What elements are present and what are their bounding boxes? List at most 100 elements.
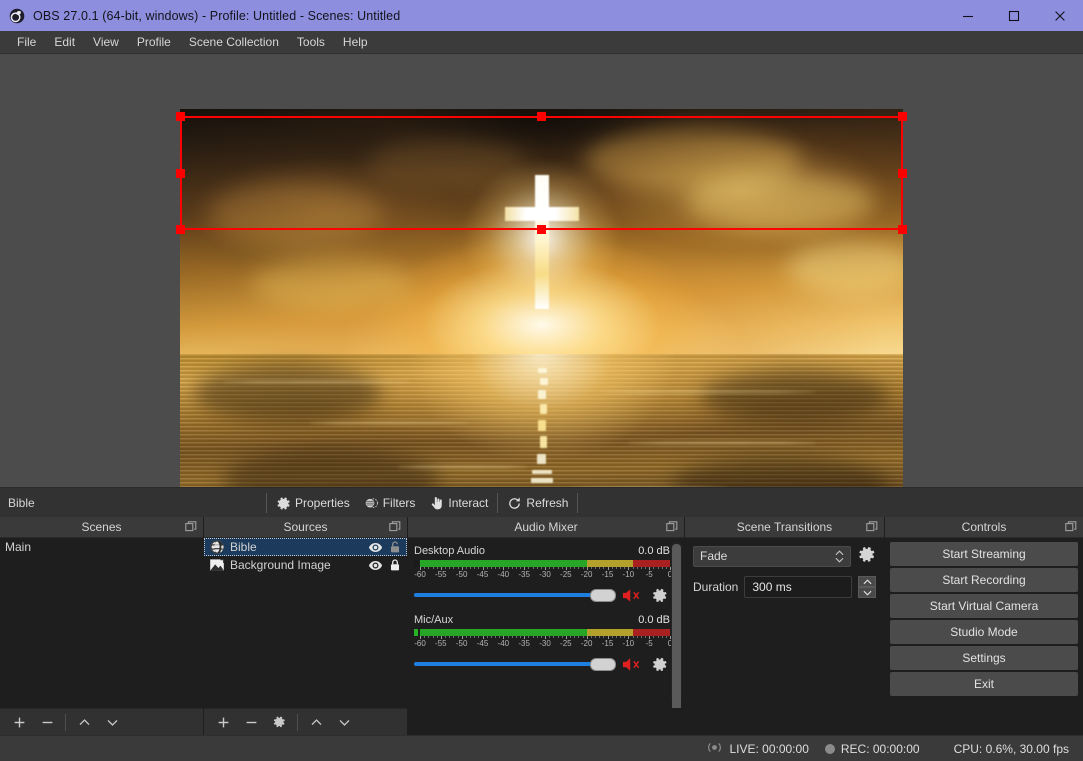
- source-lock-toggle[interactable]: [386, 539, 403, 555]
- menu-bar: File Edit View Profile Scene Collection …: [0, 31, 1083, 54]
- cross-reflection: [531, 366, 553, 487]
- controls-dock-title: Controls: [885, 517, 1083, 538]
- audio-settings-button[interactable]: [648, 655, 670, 673]
- float-audio-mixer-icon[interactable]: [666, 521, 678, 533]
- preview-canvas[interactable]: [180, 109, 903, 487]
- preview-area[interactable]: [0, 54, 1083, 487]
- maximize-button[interactable]: [991, 0, 1037, 31]
- mute-toggle[interactable]: [620, 586, 644, 604]
- menu-edit[interactable]: Edit: [45, 32, 84, 52]
- chevron-up-icon: [863, 579, 872, 585]
- start-virtual-camera-button[interactable]: Start Virtual Camera: [890, 594, 1078, 618]
- mute-toggle[interactable]: [620, 655, 644, 673]
- source-lock-toggle[interactable]: [386, 557, 403, 573]
- scale-tick-minor: [633, 636, 634, 638]
- menu-scene-collection[interactable]: Scene Collection: [180, 32, 288, 52]
- scale-tick-minor: [570, 567, 571, 569]
- source-visibility-toggle[interactable]: [367, 539, 384, 555]
- transition-settings-button[interactable]: [857, 545, 876, 567]
- transition-spinner-icon[interactable]: [835, 550, 844, 563]
- scale-tick-minor: [487, 636, 488, 638]
- scale-tick-minor: [558, 567, 559, 569]
- scale-tick-minor: [528, 636, 529, 638]
- move-scene-down-button[interactable]: [99, 711, 125, 733]
- level-scale: -60-55-50-45-40-35-30-25-20-15-10-50: [420, 636, 670, 649]
- audio-mixer-foot: [408, 708, 684, 735]
- menu-view[interactable]: View: [84, 32, 128, 52]
- scrollbar-thumb[interactable]: [672, 544, 681, 708]
- duration-input[interactable]: 300 ms: [744, 576, 852, 598]
- scene-item-main[interactable]: Main: [0, 538, 203, 556]
- duration-increment-button[interactable]: [858, 576, 876, 587]
- plus-icon: [216, 715, 231, 730]
- volume-slider[interactable]: [414, 657, 614, 671]
- menu-tools[interactable]: Tools: [288, 32, 334, 52]
- float-controls-icon[interactable]: [1065, 521, 1077, 533]
- float-transitions-icon[interactable]: [866, 521, 878, 533]
- move-source-down-button[interactable]: [331, 711, 357, 733]
- scale-tick-minor: [574, 636, 575, 638]
- duration-decrement-button[interactable]: [858, 587, 876, 598]
- exit-button[interactable]: Exit: [890, 672, 1078, 696]
- scale-tick-label: -40: [498, 639, 510, 648]
- source-item-bible[interactable]: Bible: [204, 538, 407, 556]
- level-meter: [414, 560, 670, 567]
- refresh-button[interactable]: Refresh: [500, 492, 575, 515]
- minimize-button[interactable]: [945, 0, 991, 31]
- level-activity-indicator: [414, 560, 418, 567]
- duration-stepper[interactable]: [858, 576, 876, 598]
- scale-tick-minor: [570, 636, 571, 638]
- scale-tick-label: -55: [435, 570, 447, 579]
- filters-button[interactable]: Filters: [357, 492, 423, 515]
- menu-help[interactable]: Help: [334, 32, 377, 52]
- source-visibility-toggle[interactable]: [367, 557, 384, 573]
- scale-tick-minor: [428, 567, 429, 569]
- scale-tick-minor: [562, 567, 563, 569]
- scale-tick-minor: [516, 636, 517, 638]
- add-source-button[interactable]: [210, 711, 236, 733]
- scale-tick-minor: [620, 636, 621, 638]
- channel-name: Mic/Aux: [414, 614, 638, 626]
- close-button[interactable]: [1037, 0, 1083, 31]
- scale-tick-minor: [666, 636, 667, 638]
- menu-file[interactable]: File: [8, 32, 45, 52]
- source-toolbar: Bible Properties Filters: [0, 487, 1083, 517]
- scenes-list[interactable]: Main: [0, 538, 203, 708]
- properties-button[interactable]: Properties: [269, 492, 357, 515]
- scale-tick-minor: [512, 567, 513, 569]
- scene-transitions-body: Fade Duration: [685, 538, 884, 708]
- menu-profile[interactable]: Profile: [128, 32, 180, 52]
- studio-mode-button[interactable]: Studio Mode: [890, 620, 1078, 644]
- source-properties-button[interactable]: [266, 711, 292, 733]
- float-sources-icon[interactable]: [389, 521, 401, 533]
- start-recording-button[interactable]: Start Recording: [890, 568, 1078, 592]
- settings-button[interactable]: Settings: [890, 646, 1078, 670]
- volume-slider[interactable]: [414, 588, 614, 602]
- audio-mixer-scrollbar[interactable]: [671, 542, 682, 704]
- scale-tick-minor: [424, 567, 425, 569]
- scale-tick-label: -50: [456, 639, 468, 648]
- add-scene-button[interactable]: [6, 711, 32, 733]
- scale-tick-label: -20: [581, 639, 593, 648]
- remove-source-button[interactable]: [238, 711, 264, 733]
- window-title: OBS 27.0.1 (64-bit, windows) - Profile: …: [33, 9, 400, 23]
- transition-select[interactable]: Fade: [693, 546, 851, 567]
- scale-tick-minor: [458, 567, 459, 569]
- audio-settings-button[interactable]: [648, 586, 670, 604]
- toolbar-divider-1: [266, 493, 267, 513]
- scale-tick-label: -45: [477, 639, 489, 648]
- sources-toolbar-divider: [297, 714, 298, 731]
- scale-tick-minor: [508, 636, 509, 638]
- move-source-up-button[interactable]: [303, 711, 329, 733]
- move-scene-up-button[interactable]: [71, 711, 97, 733]
- level-meter: [414, 629, 670, 636]
- scale-tick-minor: [433, 567, 434, 569]
- start-streaming-button[interactable]: Start Streaming: [890, 542, 1078, 566]
- source-item-background-image[interactable]: Background Image: [204, 556, 407, 574]
- interact-button[interactable]: Interact: [422, 492, 495, 515]
- sources-list[interactable]: Bible: [204, 538, 407, 708]
- remove-scene-button[interactable]: [34, 711, 60, 733]
- scale-tick-minor: [520, 567, 521, 569]
- float-scenes-icon[interactable]: [185, 521, 197, 533]
- scene-name: Main: [5, 540, 199, 554]
